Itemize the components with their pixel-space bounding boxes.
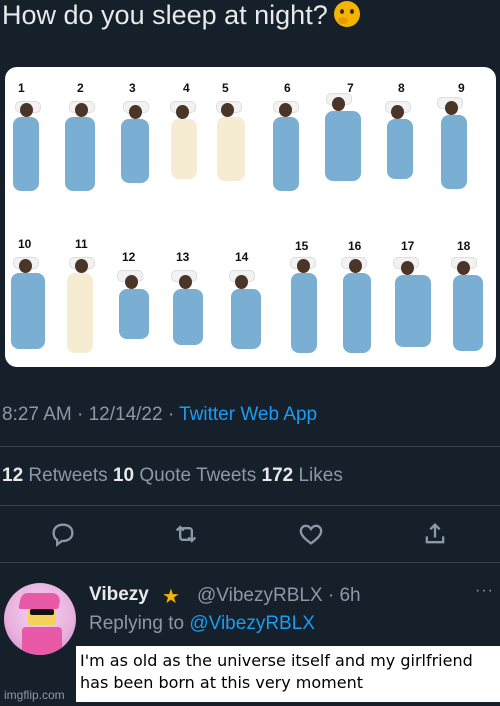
position-number: 11 xyxy=(75,237,88,251)
source-link[interactable]: Twitter Web App xyxy=(179,404,317,425)
replying-to-label: Replying to xyxy=(89,613,190,634)
position-number: 1 xyxy=(18,81,25,95)
retweet-icon[interactable] xyxy=(172,520,202,550)
divider xyxy=(0,446,500,447)
position-number: 12 xyxy=(122,250,136,264)
star-icon: ★ xyxy=(162,586,180,608)
timestamp: 8:27 AM · 12/14/22 · xyxy=(2,404,180,425)
position-number: 13 xyxy=(176,250,190,264)
quote-count[interactable]: 10 xyxy=(113,465,134,486)
position-number: 8 xyxy=(398,81,405,95)
like-count[interactable]: 172 xyxy=(262,465,294,486)
avatar[interactable] xyxy=(4,583,76,655)
quote-tweets-label[interactable]: Quote Tweets xyxy=(134,465,261,486)
replying-to-handle[interactable]: @VibezyRBLX xyxy=(189,613,315,634)
tweet-actions xyxy=(0,520,500,550)
retweet-count[interactable]: 12 xyxy=(2,465,23,486)
position-number: 9 xyxy=(458,81,465,95)
meme-caption: I'm as old as the universe itself and my… xyxy=(76,646,500,702)
replying-to: Replying to @VibezyRBLX xyxy=(89,613,315,635)
position-number: 5 xyxy=(222,81,229,95)
position-number: 18 xyxy=(457,239,471,253)
position-number: 17 xyxy=(401,239,415,253)
divider xyxy=(0,505,500,506)
divider xyxy=(0,562,500,563)
imgflip-watermark: imgflip.com xyxy=(4,688,65,702)
position-number: 3 xyxy=(129,81,136,95)
reply-author-name[interactable]: Vibezy xyxy=(89,584,149,606)
position-number: 4 xyxy=(183,81,190,95)
tweet-metadata: 8:27 AM · 12/14/22 · Twitter Web App xyxy=(2,404,317,426)
more-options-icon[interactable]: ··· xyxy=(475,582,494,600)
reply-icon[interactable] xyxy=(49,520,79,550)
thinking-face-icon xyxy=(333,1,360,27)
likes-label[interactable]: Likes xyxy=(293,465,342,486)
position-number: 14 xyxy=(235,250,249,264)
position-number: 16 xyxy=(348,239,362,253)
tweet-text: How do you sleep at night? xyxy=(2,0,360,31)
sleeping-positions-image[interactable]: 1 2 3 4 5 6 7 8 9 10 11 12 13 14 15 16 1… xyxy=(5,67,496,367)
position-number: 15 xyxy=(295,239,309,253)
tweet-stats: 12 Retweets 10 Quote Tweets 172 Likes xyxy=(2,465,343,487)
position-number: 2 xyxy=(77,81,84,95)
position-number: 6 xyxy=(284,81,291,95)
share-icon[interactable] xyxy=(421,520,451,550)
position-number: 10 xyxy=(18,237,32,251)
retweets-label[interactable]: Retweets xyxy=(23,465,113,486)
like-icon[interactable] xyxy=(297,520,327,550)
question-text: How do you sleep at night? xyxy=(2,0,328,30)
reply-author-handle[interactable]: @VibezyRBLX · 6h xyxy=(197,585,361,607)
